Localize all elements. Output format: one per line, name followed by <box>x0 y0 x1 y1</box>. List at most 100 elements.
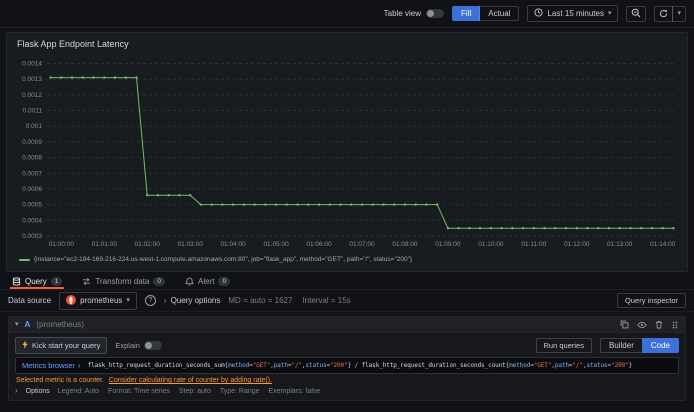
tab-label: Transform data <box>95 277 150 286</box>
chevron-down-icon: ▾ <box>126 297 130 304</box>
search-minus-icon <box>631 6 641 21</box>
query-options-summary-item: MD = auto = 1627 <box>228 296 293 305</box>
options-label: Options <box>25 387 50 395</box>
query-row-actions <box>620 320 679 329</box>
bolt-icon <box>22 340 28 351</box>
svg-text:0.0005: 0.0005 <box>22 202 42 209</box>
counter-warning: Selected metric is a counter. Consider c… <box>15 377 679 384</box>
svg-text:01:06:00: 01:06:00 <box>306 241 332 248</box>
svg-text:0.0012: 0.0012 <box>22 92 42 99</box>
builder-mode-button[interactable]: Builder <box>599 338 643 353</box>
builder-code-toggle: Builder Code <box>599 338 679 353</box>
svg-text:01:14:00: 01:14:00 <box>650 241 676 248</box>
database-icon <box>12 277 21 286</box>
svg-text:01:04:00: 01:04:00 <box>220 241 246 248</box>
warning-rate-link[interactable]: Consider calculating rate of counter by … <box>109 377 272 384</box>
svg-text:01:10:00: 01:10:00 <box>478 241 504 248</box>
svg-text:01:07:00: 01:07:00 <box>349 241 375 248</box>
prometheus-icon <box>66 294 77 307</box>
query-ref-id: A <box>24 320 31 329</box>
table-view-toggle-group: Table view <box>383 9 445 18</box>
tab-query[interactable]: Query 1 <box>10 277 64 289</box>
query-options-summary-item: Interval = 15s <box>302 296 351 305</box>
time-range-picker[interactable]: Last 15 minutes ▾ <box>527 5 619 22</box>
datasource-picker[interactable]: prometheus ▾ <box>59 291 137 310</box>
fill-button[interactable]: Fill <box>452 6 481 21</box>
query-code-editor[interactable]: Metrics browser › flask_http_request_dur… <box>15 357 679 374</box>
panel-title: Flask App Endpoint Latency <box>17 39 129 49</box>
refresh-button-group: ▾ <box>654 5 686 22</box>
query-datasource-hint: (prometheus) <box>36 320 84 329</box>
svg-text:01:05:00: 01:05:00 <box>263 241 289 248</box>
refresh-interval-dropdown[interactable]: ▾ <box>672 5 686 22</box>
chevron-right-icon: › <box>77 360 81 370</box>
explain-switch[interactable] <box>143 341 162 350</box>
explain-label: Explain <box>115 341 140 350</box>
datasource-name: prometheus <box>80 296 123 305</box>
table-view-label: Table view <box>383 9 422 18</box>
duplicate-query-icon[interactable] <box>620 320 629 329</box>
datasource-help-icon[interactable]: ? <box>144 295 156 306</box>
metrics-browser-label: Metrics browser <box>22 361 75 370</box>
kick-start-label: Kick start your query <box>32 341 101 350</box>
metrics-browser-toggle[interactable]: Metrics browser › <box>22 361 81 370</box>
tab-transform-data[interactable]: Transform data 0 <box>80 277 167 289</box>
query-options-row[interactable]: › Options Legend: Auto Format: Time serie… <box>15 387 679 395</box>
tab-count-badge: 1 <box>50 277 63 286</box>
chart-legend[interactable]: {instance="ec2-184-169-216-224.us-west-1… <box>13 256 681 263</box>
explain-toggle-group: Explain <box>115 341 162 350</box>
warning-text: Selected metric is a counter. <box>16 377 104 384</box>
fill-actual-toggle: Fill Actual <box>452 6 520 21</box>
svg-text:0.0008: 0.0008 <box>22 155 42 162</box>
svg-text:0.0013: 0.0013 <box>22 76 42 83</box>
svg-text:01:12:00: 01:12:00 <box>564 241 590 248</box>
refresh-button[interactable] <box>654 5 674 22</box>
panel-editor-topbar: Table view Fill Actual Last 15 minutes ▾… <box>0 0 694 28</box>
legend-series-label: {instance="ec2-184-169-216-224.us-west-1… <box>34 256 413 263</box>
table-view-switch[interactable] <box>426 9 445 18</box>
transform-icon <box>82 277 91 286</box>
code-mode-button[interactable]: Code <box>641 338 679 353</box>
svg-text:01:08:00: 01:08:00 <box>392 241 418 248</box>
latency-chart[interactable]: 0.0014 0.0013 0.0012 0.0011 0.001 0.0009 0.000… <box>13 52 679 250</box>
promql-expression[interactable]: flask_http_request_duration_seconds_sum{… <box>88 362 633 369</box>
tab-alert[interactable]: Alert 0 <box>183 277 232 289</box>
query-row-header[interactable]: ▾ A (prometheus) <box>9 317 685 333</box>
run-queries-button[interactable]: Run queries <box>535 338 592 353</box>
datasource-label: Data source <box>8 296 52 305</box>
tab-label: Query <box>25 277 47 286</box>
svg-text:0.0007: 0.0007 <box>22 170 42 177</box>
tab-count-badge: 0 <box>153 277 165 286</box>
hide-query-icon[interactable] <box>637 321 647 329</box>
bell-icon <box>185 277 194 286</box>
query-inspector-button[interactable]: Query inspector <box>617 293 686 308</box>
datasource-bar: Data source prometheus ▾ ? › Query optio… <box>0 290 694 312</box>
collapse-icon[interactable]: ▾ <box>15 321 19 328</box>
zoom-out-button[interactable] <box>626 5 647 22</box>
options-summary: Legend: Auto Format: Time series Step: aut… <box>57 387 321 395</box>
kick-start-button[interactable]: Kick start your query <box>15 337 108 354</box>
refresh-icon <box>659 6 668 21</box>
remove-query-icon[interactable] <box>655 320 663 329</box>
svg-text:01:09:00: 01:09:00 <box>435 241 461 248</box>
svg-text:0.0009: 0.0009 <box>22 139 42 146</box>
timeseries-panel: Flask App Endpoint Latency 0.0014 0.0013 0… <box>6 32 688 272</box>
chevron-down-icon: ▾ <box>677 10 681 17</box>
editor-tabs: Query 1 Transform data 0 Alert 0 <box>0 272 694 290</box>
svg-text:01:13:00: 01:13:00 <box>607 241 633 248</box>
query-editor-row: ▾ A (prometheus) Kick start your query E… <box>8 316 686 401</box>
tab-count-badge: 0 <box>218 277 231 286</box>
query-editor-body: Kick start your query Explain Run querie… <box>9 333 685 400</box>
chevron-down-icon: ▾ <box>607 10 612 17</box>
svg-text:01:03:00: 01:03:00 <box>178 241 204 248</box>
svg-text:0.0004: 0.0004 <box>22 217 42 224</box>
clock-icon <box>534 8 544 19</box>
svg-text:01:02:00: 01:02:00 <box>135 241 161 248</box>
chevron-right-icon: › <box>15 386 18 395</box>
svg-text:01:01:00: 01:01:00 <box>92 241 118 248</box>
legend-series-swatch <box>19 258 30 261</box>
actual-button[interactable]: Actual <box>479 6 520 21</box>
query-options-toggle[interactable]: › Query options <box>164 296 220 305</box>
drag-handle-icon[interactable] <box>671 321 679 329</box>
svg-text:0.0011: 0.0011 <box>23 108 43 115</box>
